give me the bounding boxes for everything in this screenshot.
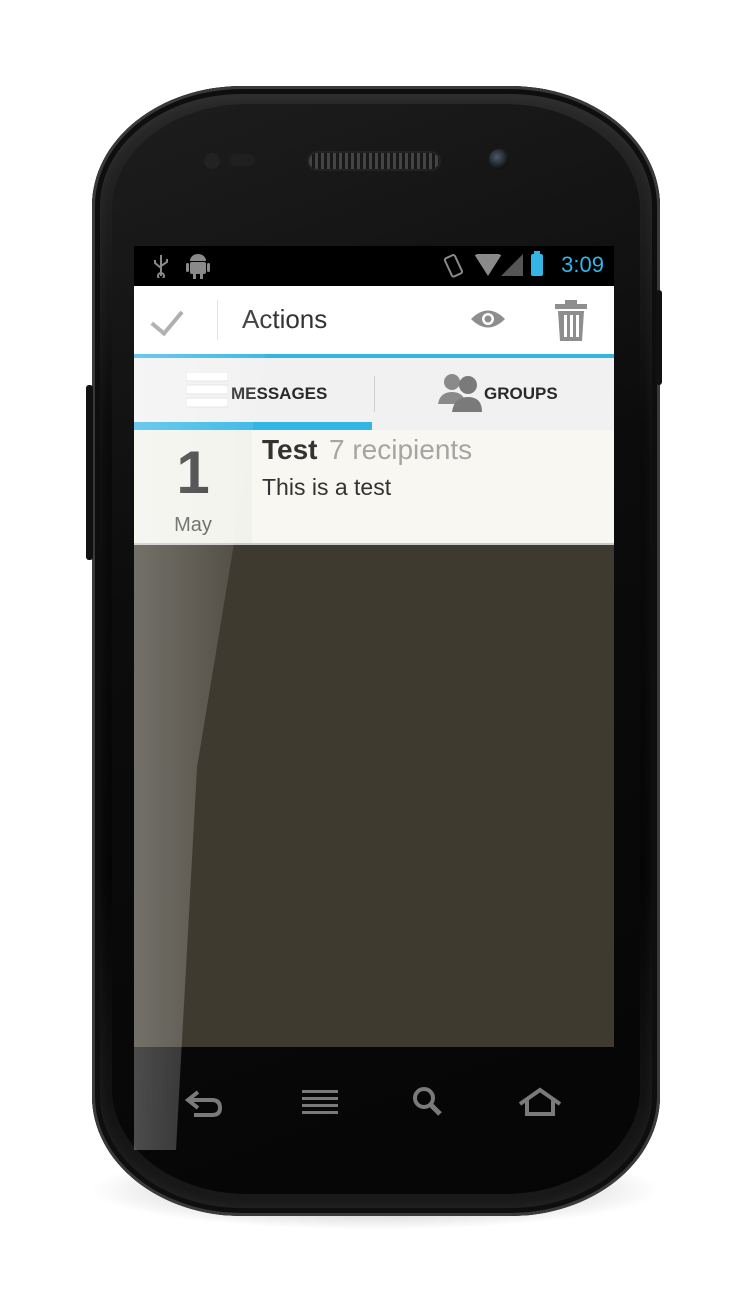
action-bar-divider <box>217 300 218 340</box>
tab-messages-label: MESSAGES <box>231 384 328 403</box>
view-button[interactable] <box>464 296 512 344</box>
earpiece-speaker <box>309 153 439 169</box>
light-sensor <box>229 154 255 166</box>
usb-icon <box>154 255 168 278</box>
delete-button[interactable] <box>546 294 596 348</box>
search-button[interactable] <box>405 1082 455 1122</box>
signal-icon <box>501 254 523 276</box>
power-button <box>656 290 662 385</box>
menu-button[interactable] <box>296 1082 346 1122</box>
eye-icon <box>471 310 505 328</box>
people-icon <box>438 374 482 412</box>
status-time: 3:09 <box>561 252 604 277</box>
tab-groups-label: GROUPS <box>484 384 558 403</box>
message-month: May <box>174 514 212 536</box>
proximity-sensor <box>204 153 220 169</box>
volume-button <box>86 385 93 560</box>
message-date: 1 May <box>134 430 252 543</box>
home-button[interactable] <box>515 1082 565 1122</box>
back-button[interactable] <box>180 1082 230 1122</box>
android-debug-icon <box>186 254 210 279</box>
tab-groups[interactable]: GROUPS <box>374 358 614 430</box>
message-body: This is a test <box>262 474 392 500</box>
tab-bar: MESSAGES GROUPS <box>134 358 614 431</box>
message-recipients: 7 recipients <box>329 434 473 465</box>
home-icon <box>518 1087 562 1116</box>
check-icon <box>150 301 184 337</box>
battery-charging-icon <box>531 251 543 276</box>
back-icon <box>184 1090 223 1117</box>
search-icon <box>413 1087 442 1116</box>
wifi-icon <box>474 254 502 276</box>
front-camera <box>489 149 509 169</box>
vibrate-icon <box>443 254 464 278</box>
screen: 3:09 Actions MESSAGES GROUPS 1 May Test … <box>134 246 614 1047</box>
selected-tab-indicator <box>134 422 372 430</box>
action-bar: Actions <box>134 286 614 358</box>
done-button[interactable] <box>134 286 216 354</box>
list-icon <box>186 372 228 408</box>
menu-icon <box>302 1090 338 1114</box>
list-item[interactable]: 1 May Test 7 recipients This is a test <box>134 430 614 545</box>
action-bar-title: Actions <box>242 304 328 334</box>
message-title: Test <box>262 434 318 465</box>
tab-messages[interactable]: MESSAGES <box>134 358 374 430</box>
trash-icon <box>555 300 587 341</box>
message-day: 1 <box>176 439 210 506</box>
status-bar: 3:09 <box>134 246 614 286</box>
